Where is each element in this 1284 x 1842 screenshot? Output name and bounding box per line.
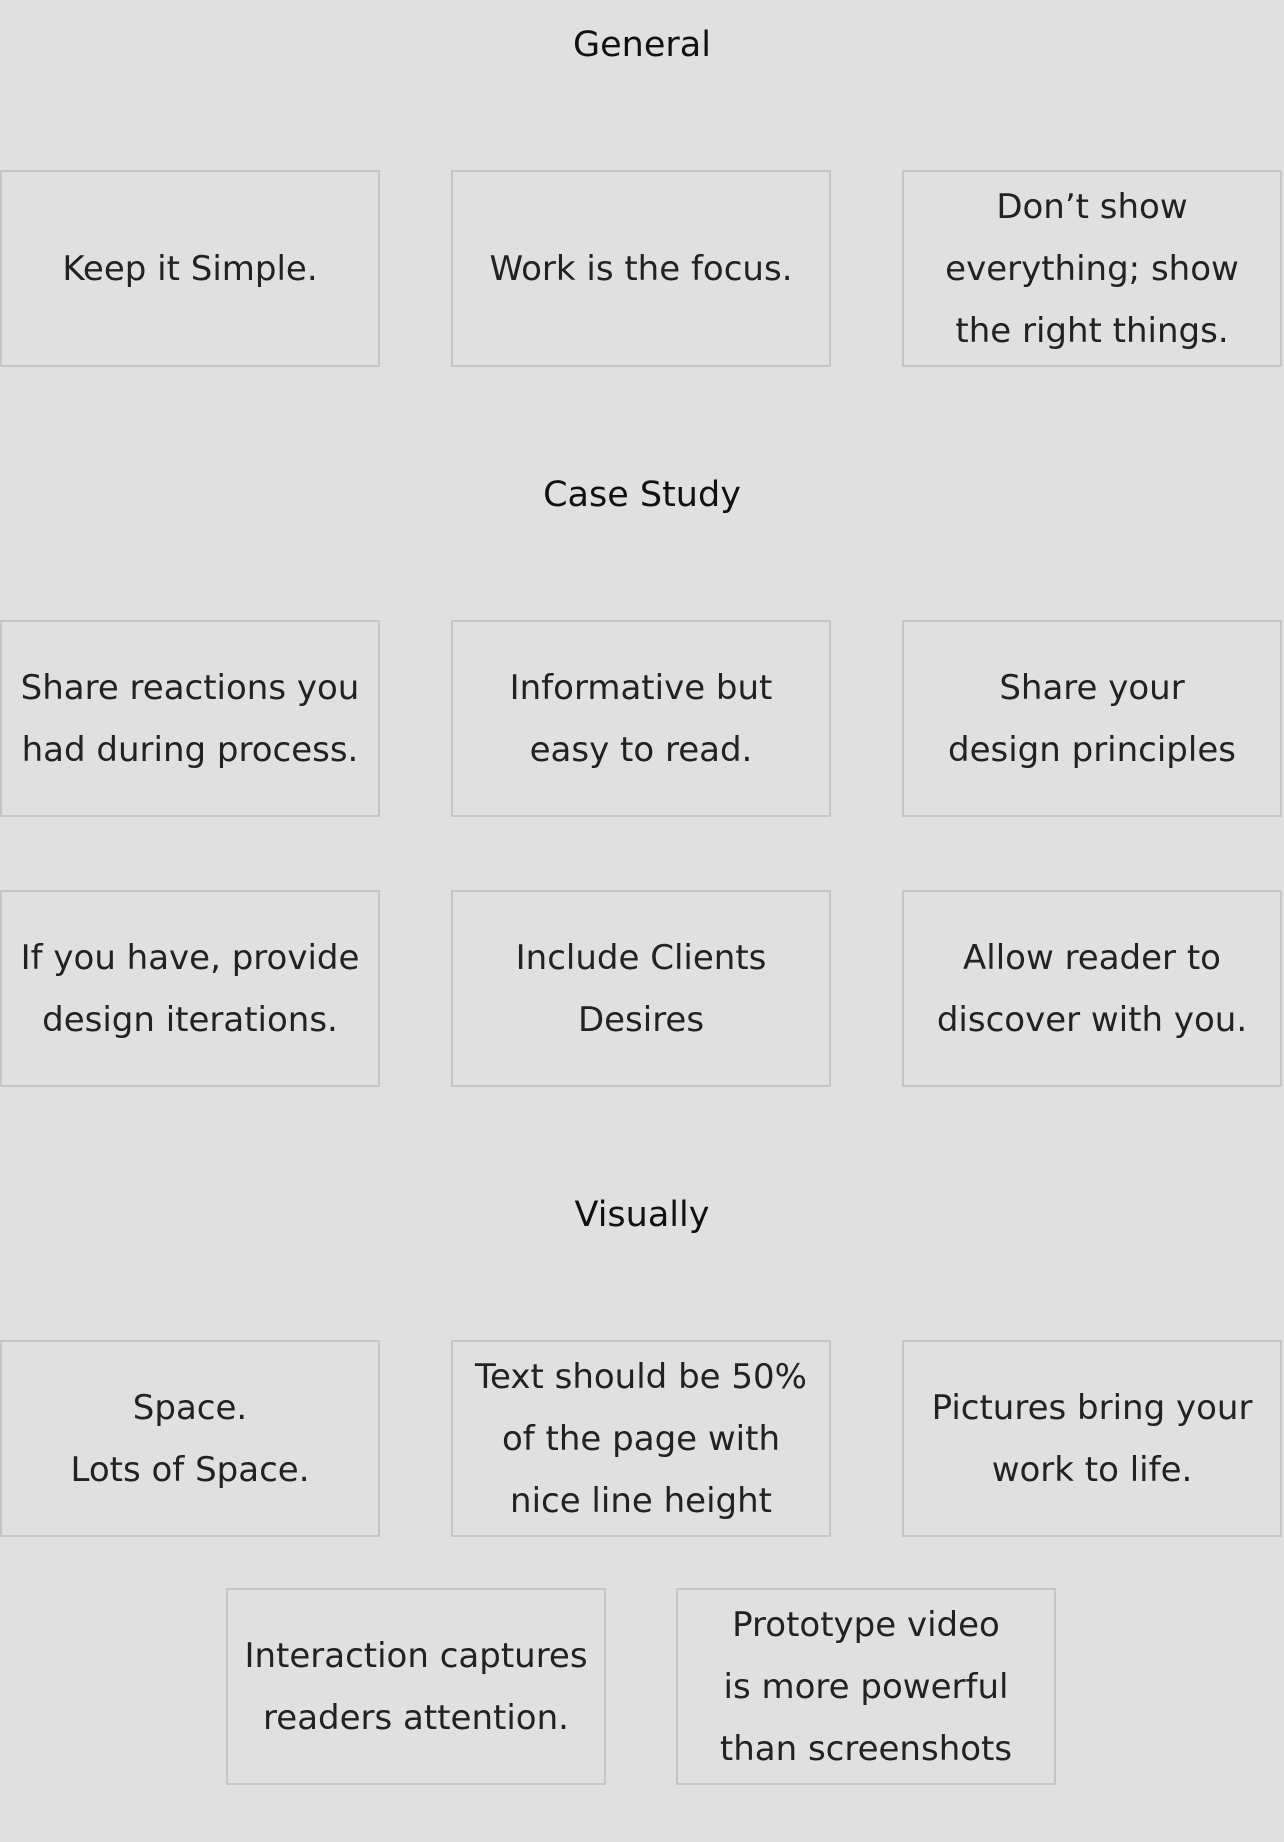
card-discover-with-you: Allow reader to discover with you. [902,890,1282,1087]
card-text: Share reactions you had during process. [20,667,360,770]
card-show-right-things: Don’t show everything; show the right th… [902,170,1282,367]
card-text: Don’t show everything; show the right th… [945,186,1239,351]
card-text: If you have, provide design iterations. [20,937,360,1040]
card-interaction: Interaction captures readers attention. [226,1588,606,1785]
card-text: Interaction captures readers attention. [244,1635,588,1738]
card-share-reactions: Share reactions you had during process. [0,620,380,817]
card-text-line-height: Text should be 50% of the page with nice… [451,1340,831,1537]
card-prototype-video: Prototype video is more powerful than sc… [676,1588,1056,1785]
card-text: Pictures bring your work to life. [931,1387,1253,1490]
card-keep-it-simple: Keep it Simple. [0,170,380,367]
card-text: Informative but easy to read. [509,667,773,770]
card-text: Work is the focus. [489,248,793,289]
card-informative: Informative but easy to read. [451,620,831,817]
card-text: Prototype video is more powerful than sc… [719,1604,1013,1769]
card-pictures: Pictures bring your work to life. [902,1340,1282,1537]
card-design-principles: Share your design principles [902,620,1282,817]
card-text: Keep it Simple. [62,248,318,289]
section-title-visually: Visually [574,1195,710,1235]
card-text: Text should be 50% of the page with nice… [475,1356,807,1521]
card-text: Include Clients Desires [515,937,767,1040]
card-text: Share your design principles [948,667,1236,770]
section-title-case-study: Case Study [543,475,741,515]
card-client-desires: Include Clients Desires [451,890,831,1087]
section-title-general: General [573,25,711,65]
card-space: Space. Lots of Space. [0,1340,380,1537]
card-design-iterations: If you have, provide design iterations. [0,890,380,1087]
card-work-focus: Work is the focus. [451,170,831,367]
card-text: Space. Lots of Space. [70,1387,310,1490]
card-text: Allow reader to discover with you. [936,937,1248,1040]
